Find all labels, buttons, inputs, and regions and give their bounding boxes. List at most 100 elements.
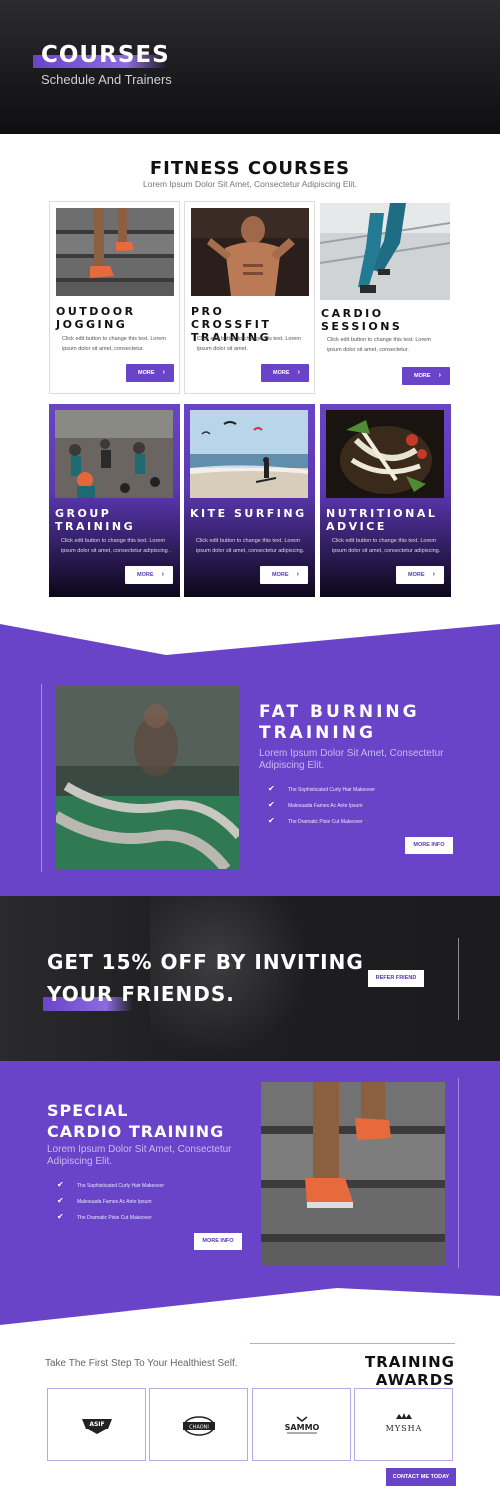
- cardio-subtitle: Lorem Ipsum Dolor Sit Amet, Consectetur …: [47, 1144, 232, 1167]
- more-button-label: MORE: [408, 572, 425, 578]
- divider-line: [41, 684, 42, 872]
- more-button-label: MORE: [272, 572, 289, 578]
- more-button-label: MORE: [414, 373, 431, 379]
- check-icon: ✔: [268, 816, 275, 825]
- title-line-2: TRAINING: [259, 723, 376, 743]
- fitness-courses-subtitle: Lorem Ipsum Dolor Sit Amet, Consectetur …: [142, 179, 357, 189]
- fat-burning-title: FAT BURNING TRAINING: [259, 702, 420, 744]
- check-icon: ✔: [268, 800, 275, 809]
- course-card-nutritional-advice: NUTRITIONAL ADVICE Click edit button to …: [320, 404, 451, 597]
- refer-friend-button[interactable]: REFER FRIEND: [368, 970, 424, 987]
- check-icon: ✔: [268, 784, 275, 793]
- list-item: ✔ Malesuada Fames Ac Ante Ipsum: [268, 800, 375, 817]
- list-item-label: The Sophisticated Curly Hair Makeover: [77, 1183, 164, 1189]
- chevron-right-icon: ›: [161, 571, 164, 578]
- crossfit-photo: [191, 208, 309, 296]
- more-info-button[interactable]: MORE INFO: [194, 1233, 242, 1250]
- fat-burning-subtitle: Lorem Ipsum Dolor Sit Amet, Consectetur …: [259, 748, 444, 771]
- more-button-label: MORE: [273, 370, 290, 376]
- stairs-running-photo: [261, 1082, 445, 1265]
- chevron-right-icon: ›: [438, 372, 441, 379]
- list-item: ✔ Malesuada Fames Ac Ante Ipsum: [57, 1196, 164, 1213]
- nutrition-photo: [326, 410, 444, 498]
- check-icon: ✔: [57, 1196, 64, 1205]
- card-text: Click edit button to change this text. L…: [327, 337, 431, 353]
- group-training-photo: [55, 410, 173, 498]
- more-button[interactable]: MORE ›: [402, 367, 450, 385]
- invite-banner: GET 15% OFF BY INVITING YOUR FRIENDS. REF…: [0, 896, 500, 1061]
- more-button[interactable]: MORE ›: [125, 566, 173, 584]
- headline-line-2: YOUR FRIENDS.: [47, 982, 235, 1006]
- award-logo-asif: ASIF: [47, 1388, 146, 1461]
- awards-tagline: Take The First Step To Your Healthiest S…: [45, 1358, 238, 1369]
- title-line-2: CARDIO TRAINING: [47, 1122, 225, 1141]
- asif-logo-text: ASIF: [89, 1421, 104, 1428]
- list-item-label: The Dramatic Pixie Cut Makeover: [77, 1215, 152, 1221]
- card-title: OUTDOOR JOGGING: [56, 305, 136, 331]
- chaoni-logo-text: CHAONI: [189, 1425, 209, 1431]
- course-card-pro-crossfit: PRO CROSSFIT TRAINING Click edit button …: [184, 201, 315, 394]
- list-item: ✔ The Sophisticated Curly Hair Makeover: [57, 1180, 164, 1197]
- chevron-right-icon: ›: [296, 571, 299, 578]
- card-text: Click edit button to change this text. L…: [332, 538, 441, 554]
- page-title: COURSES: [41, 42, 170, 68]
- fat-burning-section: FAT BURNING TRAINING Lorem Ipsum Dolor Si…: [0, 624, 500, 896]
- special-cardio-section: SPECIAL CARDIO TRAINING Lorem Ipsum Dolor…: [0, 1061, 500, 1325]
- battle-rope-photo: [56, 686, 239, 869]
- check-icon: ✔: [57, 1180, 64, 1189]
- title-line-1: SPECIAL: [47, 1101, 129, 1120]
- card-text: Click edit button to change this text. L…: [197, 336, 301, 352]
- mysha-logo-text: MYSHA: [386, 1424, 423, 1433]
- chevron-right-icon: ›: [432, 571, 435, 578]
- card-title: CARDIO SESSIONS: [321, 307, 403, 333]
- list-item-label: Malesuada Fames Ac Ante Ipsum: [288, 803, 363, 809]
- card-title: GROUP TRAINING: [55, 507, 136, 533]
- invite-headline: GET 15% OFF BY INVITING YOUR FRIENDS.: [47, 946, 364, 1010]
- course-card-outdoor-jogging: OUTDOOR JOGGING Click edit button to cha…: [49, 201, 180, 394]
- list-item: ✔ The Dramatic Pixie Cut Makeover: [268, 816, 375, 833]
- more-button[interactable]: MORE ›: [396, 566, 444, 584]
- more-button[interactable]: MORE ›: [126, 364, 174, 382]
- more-button-label: MORE: [137, 572, 154, 578]
- feature-list: ✔ The Sophisticated Curly Hair Makeover ✔…: [57, 1180, 164, 1229]
- contact-me-button[interactable]: CONTACT ME TODAY: [386, 1468, 456, 1486]
- page-subtitle: Schedule And Trainers: [41, 72, 172, 87]
- more-info-button[interactable]: MORE INFO: [405, 837, 453, 854]
- list-item-label: Malesuada Fames Ac Ante Ipsum: [77, 1199, 152, 1205]
- course-card-cardio-sessions: CARDIO SESSIONS Click edit button to cha…: [320, 201, 451, 394]
- card-title: NUTRITIONAL ADVICE: [326, 507, 438, 533]
- sammo-logo-text: SAMMO: [285, 1423, 320, 1432]
- fitness-courses-title: FITNESS COURSES: [149, 158, 351, 179]
- list-item-label: The Dramatic Pixie Cut Makeover: [288, 819, 363, 825]
- more-button-label: MORE: [138, 370, 155, 376]
- list-item-label: The Sophisticated Curly Hair Makeover: [288, 787, 375, 793]
- card-title: KITE SURFING: [190, 507, 307, 520]
- cardio-title: SPECIAL CARDIO TRAINING: [47, 1100, 224, 1142]
- divider-line: [458, 1078, 459, 1268]
- card-text: Click edit button to change this text. L…: [61, 538, 171, 554]
- kite-surfing-photo: [190, 410, 308, 498]
- check-icon: ✔: [57, 1212, 64, 1221]
- chevron-right-icon: ›: [162, 369, 165, 376]
- hero-banner: COURSES Schedule And Trainers: [0, 0, 500, 134]
- title-line-1: FAT BURNING: [259, 702, 420, 722]
- feature-list: ✔ The Sophisticated Curly Hair Makeover ✔…: [268, 784, 375, 833]
- more-button[interactable]: MORE ›: [261, 364, 309, 382]
- awards-title: TRAINING AWARDS: [365, 1353, 455, 1389]
- more-button[interactable]: MORE ›: [260, 566, 308, 584]
- card-text: Click edit button to change this text. L…: [62, 336, 166, 352]
- chevron-right-icon: ›: [297, 369, 300, 376]
- list-item: ✔ The Sophisticated Curly Hair Makeover: [268, 784, 375, 801]
- awards-divider: [250, 1343, 455, 1344]
- award-logo-sammo: SAMMO: [252, 1388, 351, 1461]
- course-card-group-training: GROUP TRAINING Click edit button to chan…: [49, 404, 180, 597]
- card-text: Click edit button to change this text. L…: [196, 538, 305, 554]
- jogging-photo: [56, 208, 174, 296]
- course-card-kite-surfing: KITE SURFING Click edit button to change…: [184, 404, 315, 597]
- headline-line-1: GET 15% OFF BY INVITING: [47, 950, 364, 974]
- award-logo-mysha: MYSHA: [354, 1388, 453, 1461]
- divider-line: [458, 938, 459, 1020]
- list-item: ✔ The Dramatic Pixie Cut Makeover: [57, 1212, 164, 1229]
- cardio-photo: [320, 203, 450, 300]
- award-logo-chaoni: CHAONI: [149, 1388, 248, 1461]
